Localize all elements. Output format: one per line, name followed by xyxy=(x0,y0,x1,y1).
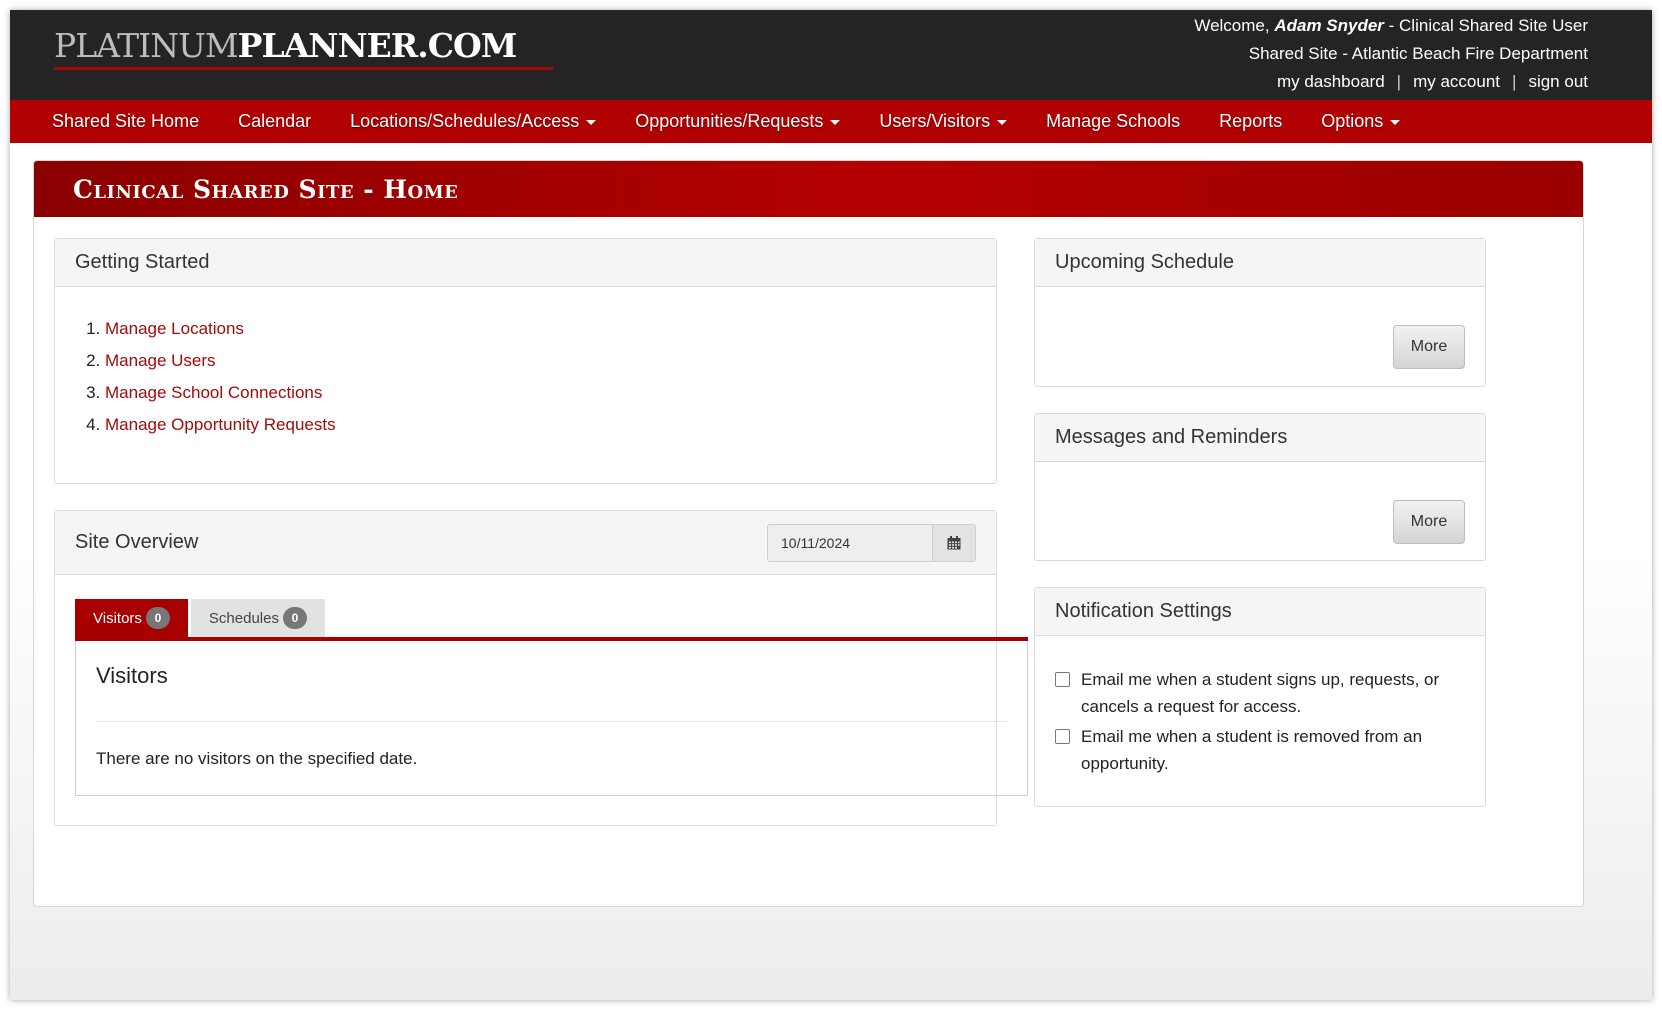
calendar-button[interactable] xyxy=(932,524,976,562)
caret-down-icon xyxy=(997,119,1008,125)
list-item: Manage Opportunity Requests xyxy=(105,409,996,441)
nav-label: Options xyxy=(1321,111,1384,131)
count-badge: 0 xyxy=(282,607,307,629)
caret-down-icon xyxy=(1390,119,1401,125)
upcoming-schedule-title: Upcoming Schedule xyxy=(1055,251,1234,273)
user-info: Welcome, Adam Snyder - Clinical Shared S… xyxy=(1194,12,1588,96)
my-account-link[interactable]: my account xyxy=(1413,72,1500,91)
site-overview-panel: Site Overview 10/11/2024 Visitors 0 Sche… xyxy=(54,510,1028,826)
list-item: Manage Users xyxy=(105,345,996,377)
welcome-prefix: Welcome, xyxy=(1194,16,1275,35)
nav-label: Manage Schools xyxy=(1046,111,1181,131)
site-logo[interactable]: PLATINUMPLANNER.COM xyxy=(54,26,518,66)
site-overview-header: Site Overview 10/11/2024 xyxy=(55,511,996,575)
page-title-bar: Clinical Shared Site - Home xyxy=(34,161,1583,217)
calendar-icon xyxy=(947,536,961,550)
tab-label: Schedules xyxy=(208,609,279,627)
visitors-tab-content: Visitors There are no visitors on the sp… xyxy=(75,641,1028,796)
main-panel: Clinical Shared Site - Home Getting Star… xyxy=(33,160,1584,907)
notification-settings-panel: Notification Settings Email me when a st… xyxy=(1034,587,1486,807)
checkbox-label: Email me when a student is removed from … xyxy=(1081,727,1423,773)
notification-settings-header: Notification Settings xyxy=(1035,588,1485,636)
user-links: my dashboard | my account | sign out xyxy=(1194,68,1588,96)
messages-more-button[interactable]: More xyxy=(1393,500,1465,544)
nav-calendar[interactable]: Calendar xyxy=(238,111,311,132)
upcoming-schedule-header: Upcoming Schedule xyxy=(1035,239,1485,287)
site-name: Shared Site - Atlantic Beach Fire Depart… xyxy=(1248,44,1588,63)
divider xyxy=(96,721,1008,722)
getting-started-list: Manage Locations Manage Users Manage Sch… xyxy=(55,287,996,441)
logo-text-platinum: PLATINUM xyxy=(54,26,239,65)
tab-schedules[interactable]: Schedules 0 xyxy=(190,599,325,637)
user-role: - Clinical Shared Site User xyxy=(1383,16,1588,35)
site-header: PLATINUMPLANNER.COM Welcome, Adam Snyder… xyxy=(10,10,1652,100)
date-picker: 10/11/2024 xyxy=(767,524,976,562)
notification-option: Email me when a student is removed from … xyxy=(1055,723,1461,777)
nav-opportunities-requests[interactable]: Opportunities/Requests xyxy=(635,111,841,132)
browser-frame: PLATINUMPLANNER.COM Welcome, Adam Snyder… xyxy=(10,10,1652,1000)
manage-users-link[interactable]: Manage Users xyxy=(105,351,216,370)
messages-header: Messages and Reminders xyxy=(1035,414,1485,462)
getting-started-title: Getting Started xyxy=(75,251,210,273)
nav-options[interactable]: Options xyxy=(1321,111,1401,132)
nav-label: Calendar xyxy=(238,111,312,131)
main-navbar: Shared Site Home Calendar Locations/Sche… xyxy=(10,100,1652,143)
caret-down-icon xyxy=(830,119,841,125)
upcoming-schedule-panel: Upcoming Schedule More xyxy=(1034,238,1486,387)
user-name: Adam Snyder xyxy=(1274,16,1384,35)
date-input[interactable]: 10/11/2024 xyxy=(767,524,932,562)
tab-visitors[interactable]: Visitors 0 xyxy=(75,599,188,637)
messages-title: Messages and Reminders xyxy=(1055,426,1288,448)
manage-locations-link[interactable]: Manage Locations xyxy=(105,319,244,338)
removed-email-checkbox[interactable] xyxy=(1055,729,1070,744)
notification-settings-title: Notification Settings xyxy=(1055,600,1232,622)
notification-option: Email me when a student signs up, reques… xyxy=(1055,666,1461,720)
site-overview-title: Site Overview xyxy=(75,531,199,553)
nav-reports[interactable]: Reports xyxy=(1219,111,1282,132)
sign-out-link[interactable]: sign out xyxy=(1528,72,1588,91)
list-item: Manage School Connections xyxy=(105,377,996,409)
getting-started-header: Getting Started xyxy=(55,239,996,287)
manage-opportunity-requests-link[interactable]: Manage Opportunity Requests xyxy=(105,415,336,434)
getting-started-panel: Getting Started Manage Locations Manage … xyxy=(54,238,997,484)
overview-tabs: Visitors 0 Schedules 0 xyxy=(75,599,325,637)
nav-label: Users/Visitors xyxy=(879,111,991,131)
nav-label: Reports xyxy=(1219,111,1283,131)
no-visitors-message: There are no visitors on the specified d… xyxy=(96,749,418,768)
nav-label: Opportunities/Requests xyxy=(635,111,824,131)
list-item: Manage Locations xyxy=(105,313,996,345)
welcome-line: Welcome, Adam Snyder - Clinical Shared S… xyxy=(1194,12,1588,40)
nav-label: Locations/Schedules/Access xyxy=(350,111,580,131)
nav-users-visitors[interactable]: Users/Visitors xyxy=(879,111,1008,132)
my-dashboard-link[interactable]: my dashboard xyxy=(1277,72,1385,91)
nav-manage-schools[interactable]: Manage Schools xyxy=(1046,111,1180,132)
link-separator: | xyxy=(1396,72,1402,91)
nav-shared-site-home[interactable]: Shared Site Home xyxy=(52,111,199,132)
count-badge: 0 xyxy=(145,607,170,629)
logo-underline xyxy=(54,67,553,70)
nav-locations-schedules-access[interactable]: Locations/Schedules/Access xyxy=(350,111,597,132)
nav-label: Shared Site Home xyxy=(52,111,200,131)
link-separator: | xyxy=(1512,72,1517,91)
page-title: Clinical Shared Site - Home xyxy=(73,174,459,204)
signup-email-checkbox[interactable] xyxy=(1055,672,1070,687)
messages-panel: Messages and Reminders More xyxy=(1034,413,1486,561)
tab-label: Visitors xyxy=(93,609,142,627)
checkbox-label: Email me when a student signs up, reques… xyxy=(1081,670,1440,716)
manage-school-connections-link[interactable]: Manage School Connections xyxy=(105,383,322,402)
caret-down-icon xyxy=(586,119,597,125)
logo-text-planner: PLANNER.COM xyxy=(237,26,518,65)
upcoming-schedule-more-button[interactable]: More xyxy=(1393,325,1465,369)
visitors-heading: Visitors xyxy=(96,663,168,688)
